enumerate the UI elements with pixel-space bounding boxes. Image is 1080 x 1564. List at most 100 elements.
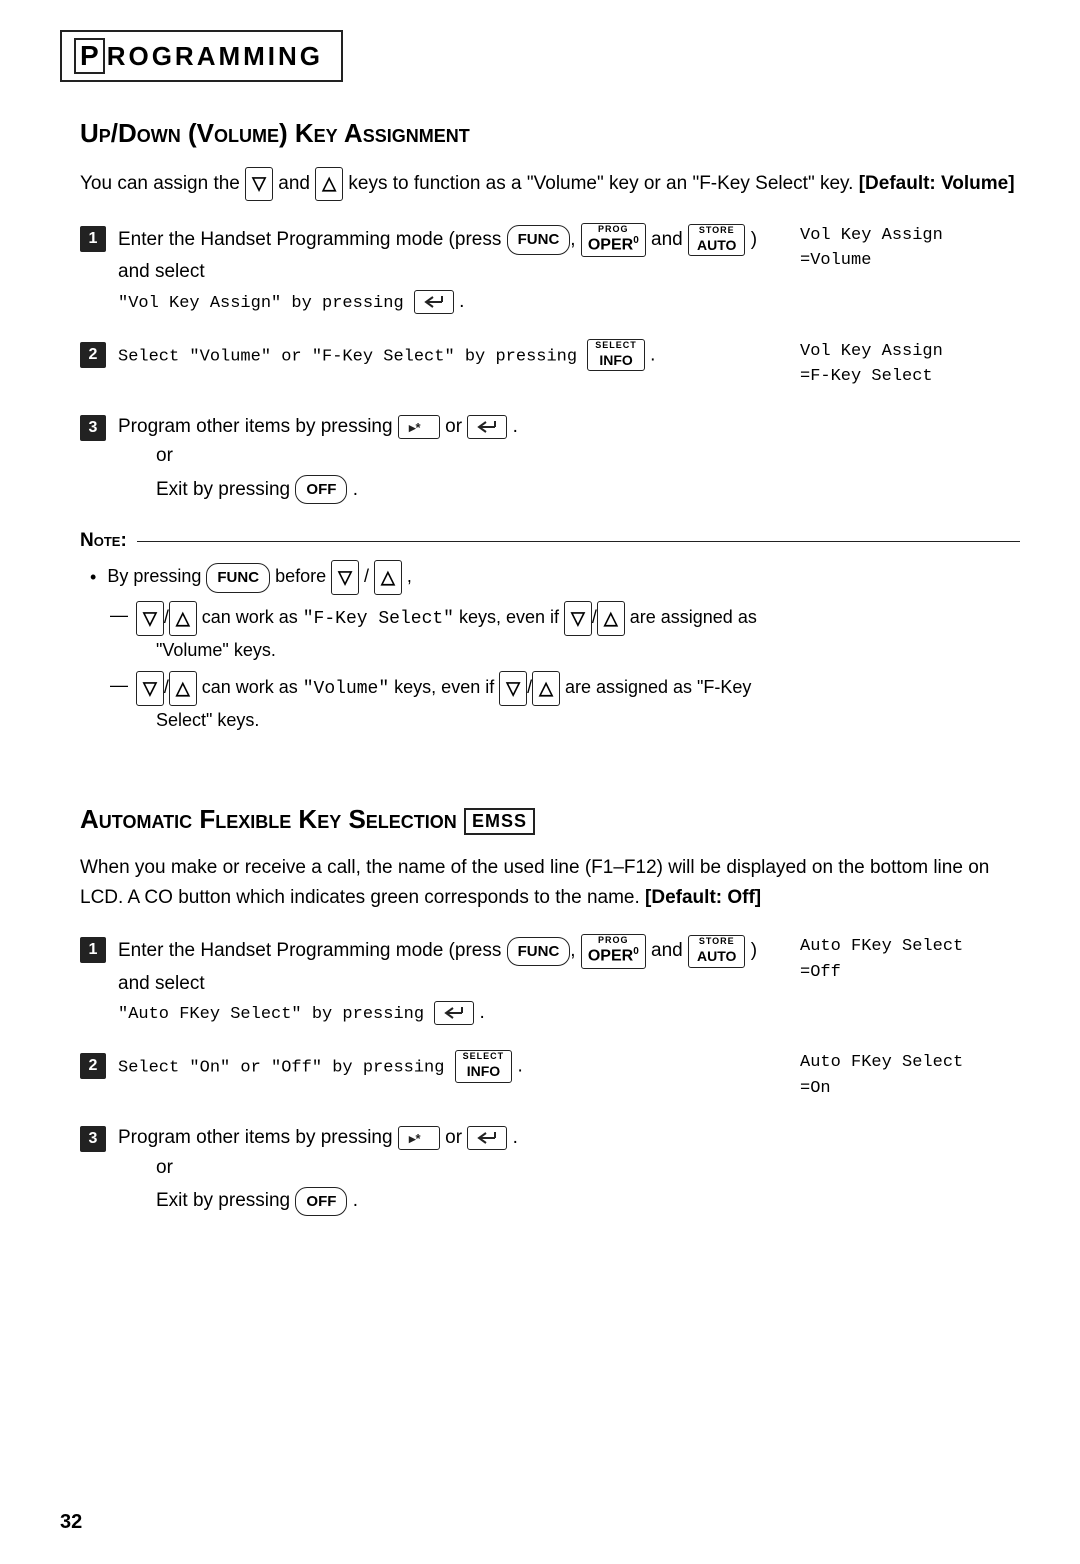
intro-and: and <box>278 173 315 194</box>
s2-intro-text: When you make or receive a call, the nam… <box>80 857 989 907</box>
vol-up-note: △ <box>374 560 402 595</box>
page-number: 32 <box>60 1511 82 1534</box>
section1-step2: 2 Select "Volume" or "F-Key Select" by p… <box>80 339 1020 390</box>
s2-step3-exit-line: Exit by pressing OFF . <box>156 1186 1020 1216</box>
dash2-text: ▽/△ can work as "Volume" keys, even if ▽… <box>136 671 751 735</box>
off-key-1: OFF <box>295 475 347 504</box>
s2-step1-text3: "Auto FKey Select" by pressing <box>118 1005 434 1024</box>
select-main-s2: INFO <box>467 1063 500 1080</box>
emss-badge: EMSS <box>464 808 535 835</box>
vol-down-key: ▽ <box>245 167 273 201</box>
s2-default-label: [Default: Off] <box>645 887 761 908</box>
store-auto-key-s2: STORE AUTO <box>688 935 745 967</box>
astar-icon-s2: ▸* <box>407 1130 431 1146</box>
svg-text:▸*: ▸* <box>408 420 422 435</box>
store-top: STORE <box>699 225 735 237</box>
s2-step2-period: . <box>517 1056 522 1077</box>
oper-main: OPER0 <box>588 235 639 255</box>
step2-text1: Select "Volume" or "F-Key Select" by pre… <box>118 347 587 366</box>
step3-text1: Program other items by pressing <box>118 416 398 437</box>
astar-key-s2: ▸* <box>398 1126 440 1150</box>
step1-text1: Enter the Handset Programming mode (pres… <box>118 229 501 250</box>
section2-step3: 3 Program other items by pressing ▸* or <box>80 1123 1020 1219</box>
s2-step1-side-text: Auto FKey Select=Off <box>800 937 963 982</box>
astar-icon: ▸* <box>407 419 431 435</box>
oper0-key-s2: PROG OPER0 <box>581 934 646 968</box>
dash2: — <box>110 671 128 735</box>
svg-text:▸*: ▸* <box>408 1131 422 1146</box>
step1-side: Vol Key Assign=Volume <box>800 223 1020 274</box>
intro-text3: keys to function as a "Volume" key or an… <box>348 173 853 194</box>
s2-step3-or: or <box>445 1127 467 1148</box>
store-main-s2: AUTO <box>697 948 736 965</box>
section2-intro: When you make or receive a call, the nam… <box>80 853 1020 912</box>
s2-step3-content: Program other items by pressing ▸* or . <box>118 1123 1020 1219</box>
enter-key-s2-2 <box>467 1126 507 1150</box>
dash1-text: ▽/△ can work as "F-Key Select" keys, eve… <box>136 601 757 665</box>
step3-content: Program other items by pressing ▸* or <box>118 412 1020 508</box>
s2-step1-num: 1 <box>80 937 106 963</box>
off-key-2: OFF <box>295 1187 347 1216</box>
step3-period: . <box>513 416 518 437</box>
page: P ROGRAMMING Up/Down (Volume) Key Assign… <box>0 0 1080 1564</box>
step2-content: Select "Volume" or "F-Key Select" by pre… <box>118 339 770 371</box>
s2-exit-text1: Exit by pressing <box>156 1190 295 1211</box>
header-bar: P ROGRAMMING <box>60 30 343 82</box>
s2-step2-text1: Select "On" or "Off" by pressing <box>118 1059 455 1078</box>
s2-step1-period: . <box>480 1002 485 1023</box>
step1-and: and <box>651 229 688 250</box>
s2-step1-content: Enter the Handset Programming mode (pres… <box>118 934 770 1028</box>
step1-num: 1 <box>80 226 106 252</box>
note-dash1: — ▽/△ can work as "F-Key Select" keys, e… <box>110 601 1020 665</box>
exit-period: . <box>353 479 358 500</box>
func-key-s2: FUNC <box>507 937 571 966</box>
step1-content: Enter the Handset Programming mode (pres… <box>118 223 770 317</box>
section2-title: Automatic Flexible Key Selection EMSS <box>80 804 1020 835</box>
section1-step1: 1 Enter the Handset Programming mode (pr… <box>80 223 1020 317</box>
section1-title: Up/Down (Volume) Key Assignment <box>80 118 1020 149</box>
vol-up-d2b: △ <box>532 671 560 706</box>
exit-text1: Exit by pressing <box>156 479 295 500</box>
vol-down-d2a: ▽ <box>136 671 164 706</box>
enter-key-s2-1 <box>434 1001 474 1025</box>
note-text2: before <box>275 567 331 587</box>
s2-step2-content: Select "On" or "Off" by pressing SELECT … <box>118 1050 770 1082</box>
step3-num: 3 <box>80 415 106 441</box>
enter-icon-s2 <box>443 1005 465 1021</box>
select-info-key-s2: SELECT INFO <box>455 1050 513 1082</box>
func-key-note: FUNC <box>206 563 270 593</box>
note-dash2: — ▽/△ can work as "Volume" keys, even if… <box>110 671 1020 735</box>
vol-up-d2a: △ <box>169 671 197 706</box>
section1-intro: You can assign the ▽ and △ keys to funct… <box>80 167 1020 201</box>
s2-step1-text1: Enter the Handset Programming mode (pres… <box>118 941 501 962</box>
section1-title-text: Up/Down (Volume) Key Assignment <box>80 118 470 148</box>
note-section: Note: • By pressing FUNC before ▽ / △ , … <box>80 530 1020 734</box>
vol-up-d1b: △ <box>597 601 625 636</box>
enter-icon-2 <box>476 419 498 435</box>
vol-down-note: ▽ <box>331 560 359 595</box>
s2-step1-and: and <box>651 941 688 962</box>
section1-step3: 3 Program other items by pressing ▸* or <box>80 412 1020 508</box>
step1-period: . <box>459 291 464 312</box>
dash1: — <box>110 601 128 665</box>
astar-key: ▸* <box>398 415 440 439</box>
select-main: INFO <box>599 352 632 369</box>
enter-key-1 <box>414 290 454 314</box>
note-line <box>137 541 1020 543</box>
vol-up-d1a: △ <box>169 601 197 636</box>
enter-key-2 <box>467 415 507 439</box>
store-top-s2: STORE <box>699 936 735 948</box>
note-header: Note: <box>80 530 1020 552</box>
note-text3: , <box>407 567 412 587</box>
step1-side-text: Vol Key Assign=Volume <box>800 226 943 271</box>
vol-down-d1a: ▽ <box>136 601 164 636</box>
step3-or-line: or <box>156 441 1020 470</box>
s2-step1-side: Auto FKey Select=Off <box>800 934 1020 985</box>
step2-side: Vol Key Assign=F-Key Select <box>800 339 1020 390</box>
enter-icon <box>423 294 445 310</box>
vol-down-d1b: ▽ <box>564 601 592 636</box>
section2-step2: 2 Select "On" or "Off" by pressing SELEC… <box>80 1050 1020 1101</box>
vol-down-d2b: ▽ <box>499 671 527 706</box>
s2-step3-line1: Program other items by pressing ▸* or . <box>118 1123 1020 1152</box>
enter-icon-s2-2 <box>476 1130 498 1146</box>
